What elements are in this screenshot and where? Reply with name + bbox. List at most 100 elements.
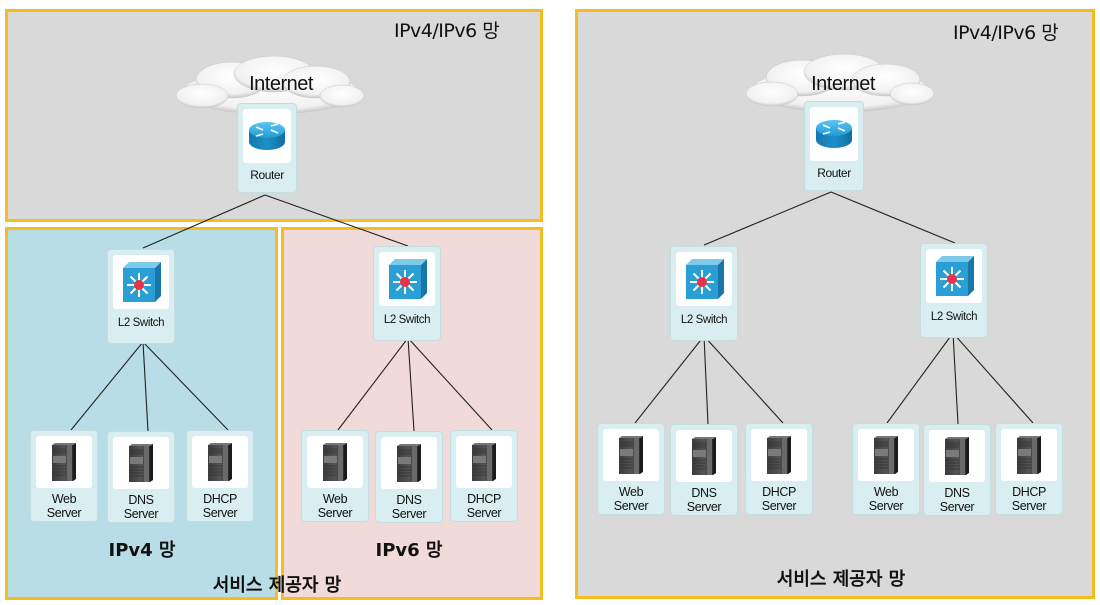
server-label: DNS Server (924, 486, 990, 514)
server-icon (469, 442, 499, 482)
server-label-line2: Server (202, 506, 238, 520)
switch-label: L2 Switch (383, 314, 431, 326)
ipv4-zone-caption: IPv4 망 (108, 540, 176, 561)
switch-icon-box (113, 255, 169, 309)
server-icon (1014, 435, 1044, 475)
left-ipv6-switch[interactable]: L2 Switch (373, 246, 441, 341)
left-ipv4-switch[interactable]: L2 Switch (107, 249, 175, 344)
server-label-line1: DNS (691, 486, 717, 500)
server-icon-box (1001, 429, 1057, 481)
left-ipv4-web-server[interactable]: Web Server (30, 430, 98, 522)
server-icon-box (381, 437, 437, 489)
server-label-line1: DNS (396, 493, 422, 507)
left-ipv4-dns-server[interactable]: DNS Server (107, 431, 175, 523)
server-icon-box (192, 436, 248, 488)
switch-icon (385, 259, 429, 299)
server-label-line2: Server (391, 507, 427, 521)
server-icon (126, 443, 156, 483)
server-label-line1: Web (322, 492, 348, 506)
router-label: Router (250, 168, 284, 182)
server-icon-box (751, 429, 807, 481)
left-zone-title: IPv4/IPv6 망 (394, 20, 500, 42)
server-label: Web Server (598, 485, 664, 513)
server-label-line2: Server (686, 500, 722, 514)
server-label-line2: Server (939, 500, 975, 514)
server-label: Web Server (31, 492, 97, 520)
right-zone-title: IPv4/IPv6 망 (953, 22, 1059, 44)
switch-icon-box (926, 249, 982, 303)
server-label-line1: DHCP (762, 485, 796, 499)
right-left-switch[interactable]: L2 Switch (670, 246, 738, 341)
server-icon (205, 442, 235, 482)
server-label-line2: Server (868, 499, 904, 513)
server-label: Web Server (302, 492, 368, 520)
right-right-switch[interactable]: L2 Switch (920, 243, 988, 338)
switch-icon (119, 262, 163, 302)
server-icon (616, 435, 646, 475)
router-label: Router (817, 166, 851, 180)
right-router[interactable]: Router (804, 101, 864, 191)
server-label-line2: Server (466, 506, 502, 520)
ipv6-zone-caption: IPv6 망 (375, 540, 443, 561)
server-label-line1: Web (618, 485, 644, 499)
switch-label: L2 Switch (930, 311, 978, 323)
server-label-line1: DNS (128, 493, 154, 507)
server-label-line2: Server (46, 506, 82, 520)
right-provider-network-caption: 서비스 제공자 망 (776, 569, 906, 590)
switch-icon-box (676, 252, 732, 306)
server-icon (942, 436, 972, 476)
left-internet-label: Internet (249, 73, 313, 95)
left-ipv6-dhcp-server[interactable]: DHCP Server (450, 430, 518, 522)
server-label-line1: Web (51, 492, 77, 506)
server-label: Web Server (853, 485, 919, 513)
right-left-dhcp-server[interactable]: DHCP Server (745, 423, 813, 515)
server-icon (764, 435, 794, 475)
server-label: DHCP Server (451, 492, 517, 520)
server-icon-box (36, 436, 92, 488)
server-label-line2: Server (317, 506, 353, 520)
server-label-line2: Server (123, 507, 159, 521)
server-label: DHCP Server (187, 492, 253, 520)
server-icon-box (858, 429, 914, 481)
switch-icon-box (379, 252, 435, 306)
server-label: DHCP Server (746, 485, 812, 513)
server-icon-box (113, 437, 169, 489)
router-icon-box (243, 109, 291, 163)
server-label: DHCP Server (996, 485, 1062, 513)
server-label-line1: DHCP (203, 492, 237, 506)
server-icon (394, 443, 424, 483)
server-label-line1: DNS (944, 486, 970, 500)
server-icon (320, 442, 350, 482)
switch-icon (932, 256, 976, 296)
server-label-line2: Server (1011, 499, 1047, 513)
server-label-line2: Server (613, 499, 649, 513)
left-provider-network-caption: 서비스 제공자 망 (212, 575, 342, 596)
server-label: DNS Server (376, 493, 442, 521)
switch-label: L2 Switch (117, 317, 165, 329)
server-label-line1: DHCP (1012, 485, 1046, 499)
server-icon-box (456, 436, 512, 488)
server-icon-box (676, 430, 732, 482)
server-label-line2: Server (761, 499, 797, 513)
server-label-line1: DHCP (467, 492, 501, 506)
router-icon (247, 118, 287, 154)
router-icon (814, 116, 854, 152)
server-label: DNS Server (108, 493, 174, 521)
right-right-web-server[interactable]: Web Server (852, 423, 920, 515)
left-ipv6-dns-server[interactable]: DNS Server (375, 431, 443, 523)
server-icon-box (603, 429, 659, 481)
right-left-dns-server[interactable]: DNS Server (670, 424, 738, 516)
left-ipv4-dhcp-server[interactable]: DHCP Server (186, 430, 254, 522)
router-icon-box (810, 107, 858, 161)
server-icon-box (307, 436, 363, 488)
server-icon (49, 442, 79, 482)
left-router[interactable]: Router (237, 103, 297, 193)
switch-label: L2 Switch (680, 314, 728, 326)
right-right-dns-server[interactable]: DNS Server (923, 424, 991, 516)
right-right-dhcp-server[interactable]: DHCP Server (995, 423, 1063, 515)
right-internet-label: Internet (811, 73, 875, 95)
server-icon (871, 435, 901, 475)
right-left-web-server[interactable]: Web Server (597, 423, 665, 515)
switch-icon (682, 259, 726, 299)
left-ipv6-web-server[interactable]: Web Server (301, 430, 369, 522)
